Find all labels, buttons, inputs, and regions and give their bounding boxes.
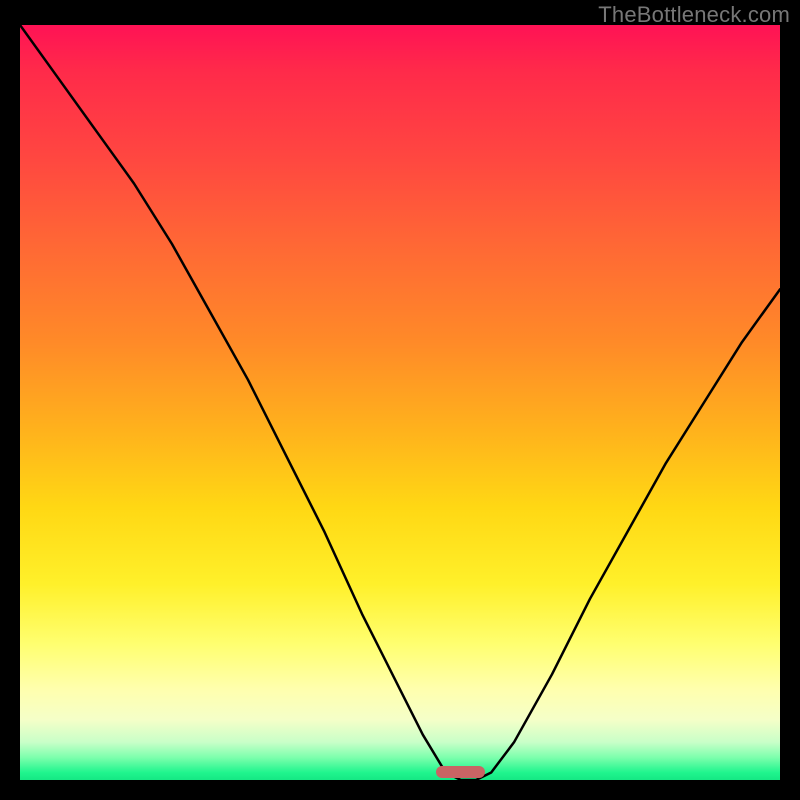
optimal-marker (436, 766, 485, 778)
bottleneck-curve (20, 25, 780, 780)
chart-frame: TheBottleneck.com (0, 0, 800, 800)
plot-area (20, 25, 780, 780)
